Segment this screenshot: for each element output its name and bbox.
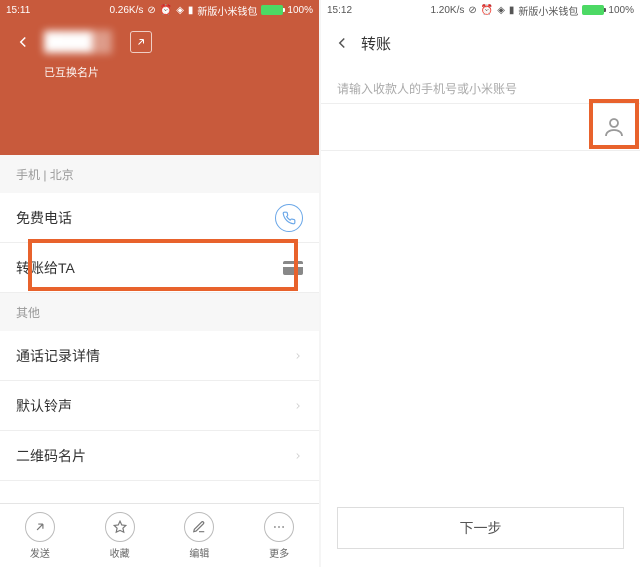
label: 免费电话 [16,208,72,228]
label: 编辑 [189,545,209,560]
input-hint: 请输入收款人的手机号或小米账号 [321,66,640,103]
back-icon[interactable] [14,33,32,51]
star-icon [105,512,135,542]
row-phone-info: 手机 | 北京 [0,155,319,193]
label: 通话记录详情 [16,346,100,366]
screen-contact-detail: 15:11 0.26K/s ⊘ ⏰ ◈ ▮ 新版小米钱包 100% ████ 已… [0,0,319,567]
row-qr-card[interactable]: 二维码名片 [0,431,319,481]
label: 二维码名片 [16,446,86,466]
contact-name: ████ [44,30,112,54]
status-label: 新版小米钱包 [197,3,257,18]
status-bar: 15:12 1.20K/s ⊘ ⏰ ◈ ▮ 新版小米钱包 100% [321,0,640,20]
screen-transfer: 15:12 1.20K/s ⊘ ⏰ ◈ ▮ 新版小米钱包 100% 转账 请输入… [321,0,640,567]
status-label: 新版小米钱包 [518,3,578,18]
chevron-right-icon [293,449,303,463]
wifi-icon: ◈ [497,5,505,16]
contact-header: ████ 已互换名片 [0,0,319,155]
recipient-input[interactable] [335,119,602,135]
battery-icon [582,5,604,15]
alarm-icon: ⏰ [481,5,493,16]
signal-icon: ▮ [188,5,194,16]
row-call-log[interactable]: 通话记录详情 [0,331,319,381]
contacts-button[interactable] [602,115,626,139]
recipient-row [321,103,640,151]
more-icon [264,512,294,542]
label: 默认铃声 [16,396,72,416]
status-speed: 1.20K/s [430,5,464,16]
alarm-icon: ⏰ [160,5,172,16]
row-free-call[interactable]: 免费电话 [0,193,319,243]
toolbar-edit[interactable]: 编辑 [184,512,214,560]
row-ringtone[interactable]: 默认铃声 [0,381,319,431]
page-title: 转账 [361,33,391,54]
status-speed: 0.26K/s [109,5,143,16]
battery-pct: 100% [608,5,634,16]
battery-icon [261,5,283,15]
bottom-toolbar: 发送 收藏 编辑 更多 [0,503,319,567]
section-other: 其他 [0,293,319,331]
status-bar: 15:11 0.26K/s ⊘ ⏰ ◈ ▮ 新版小米钱包 100% [0,0,319,20]
chevron-right-icon [293,399,303,413]
share-icon [25,512,55,542]
toolbar-send[interactable]: 发送 [25,512,55,560]
card-icon [283,261,303,275]
label: 收藏 [110,545,130,560]
next-button[interactable]: 下一步 [337,507,624,549]
wifi-icon: ◈ [176,5,184,16]
no-disturb-icon: ⊘ [147,5,155,16]
toolbar-more[interactable]: 更多 [264,512,294,560]
phone-icon[interactable] [275,204,303,232]
back-icon[interactable] [333,34,351,52]
edit-icon [184,512,214,542]
share-button[interactable] [130,31,152,53]
label: 转账给TA [16,258,75,278]
signal-icon: ▮ [509,5,515,16]
row-transfer[interactable]: 转账给TA [0,243,319,293]
label: 发送 [30,545,50,560]
no-disturb-icon: ⊘ [468,5,476,16]
label: 更多 [269,545,289,560]
nav-bar: 转账 [321,20,640,66]
chevron-right-icon [293,349,303,363]
contact-subtitle: 已互换名片 [0,64,319,80]
status-time: 15:12 [327,5,352,16]
toolbar-fav[interactable]: 收藏 [105,512,135,560]
status-time: 15:11 [6,5,30,16]
list: 手机 | 北京 免费电话 转账给TA 其他 通话记录详情 默认铃声 二维码名片 [0,155,319,481]
label: 下一步 [460,518,502,538]
battery-pct: 100% [287,5,313,16]
